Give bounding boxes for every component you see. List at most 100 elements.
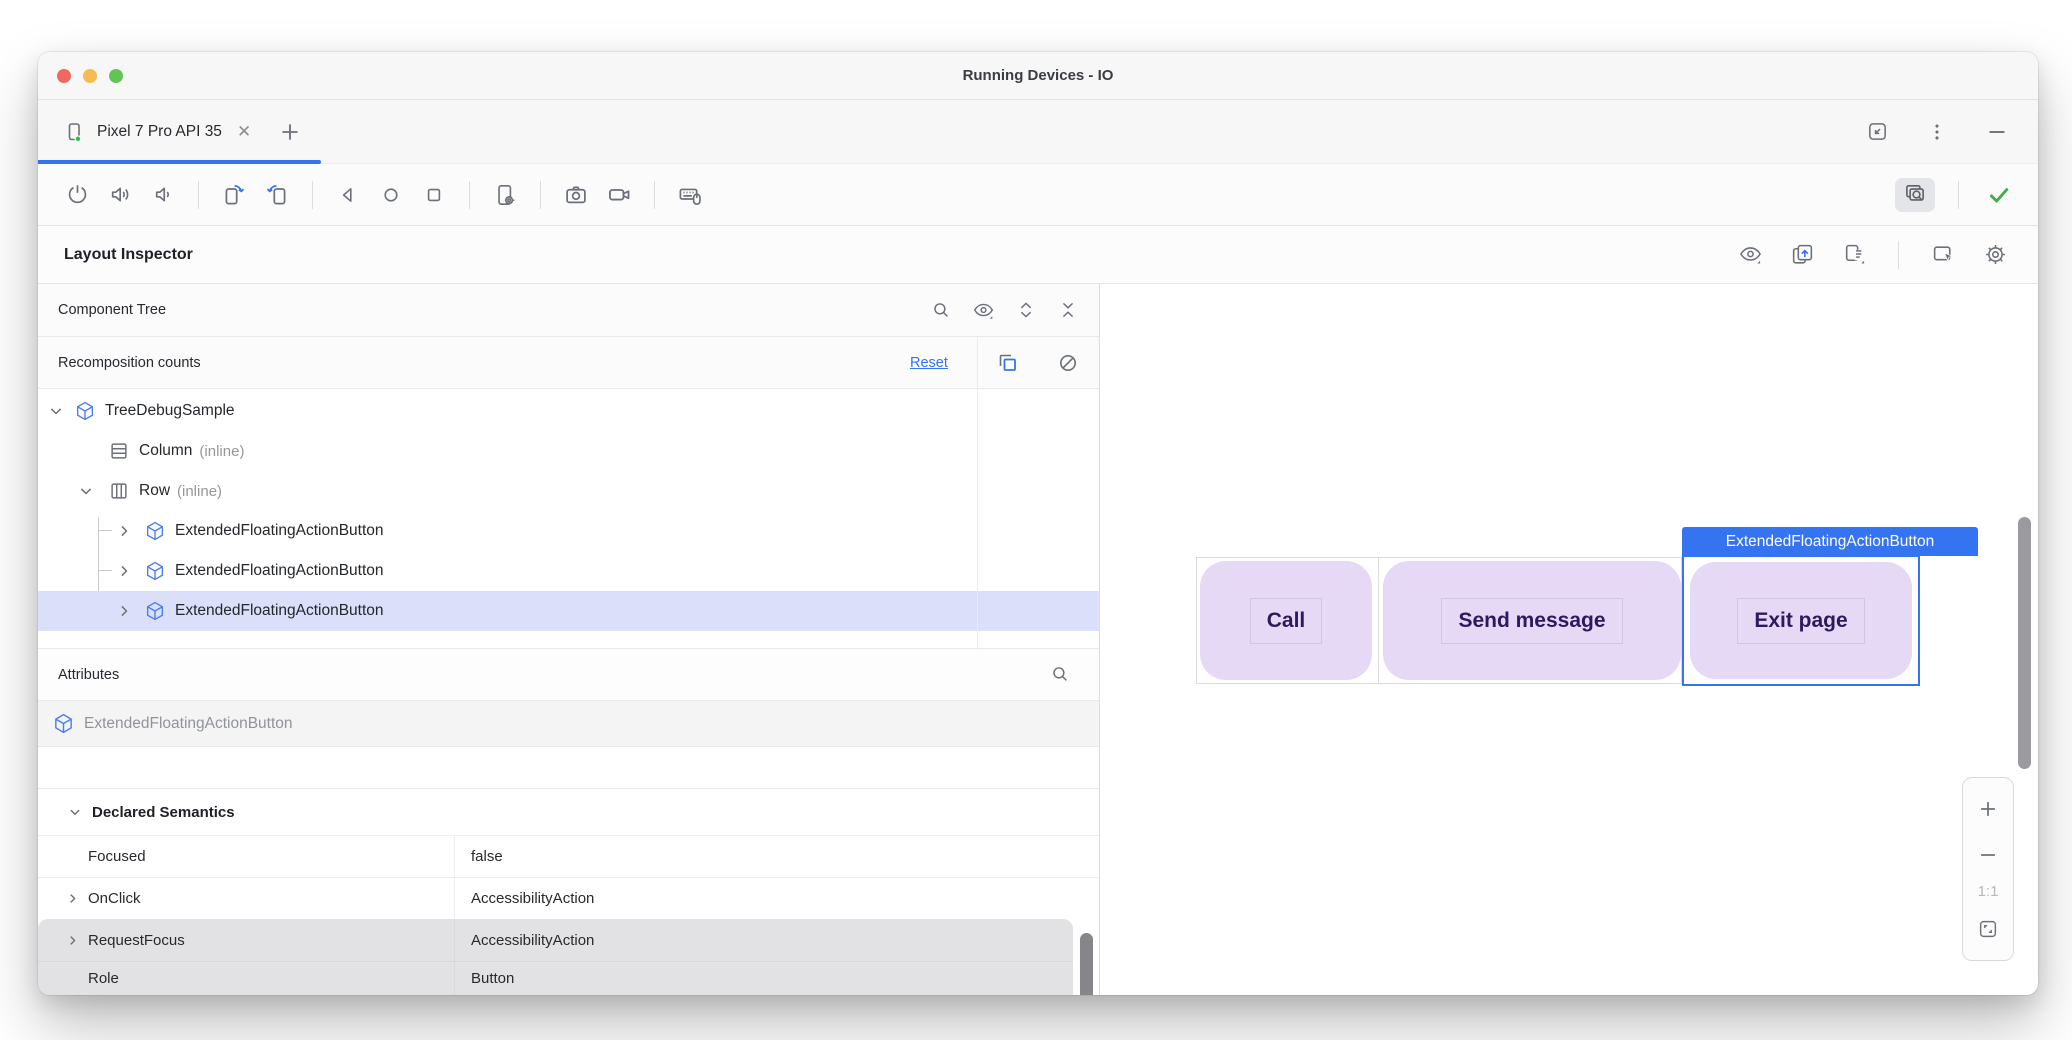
zoom-window-button[interactable] xyxy=(109,69,123,83)
layout-inspector-header: Layout Inspector xyxy=(38,226,2038,284)
compose-node-icon xyxy=(74,400,96,422)
attribute-row-onclick[interactable]: OnClick AccessibilityAction xyxy=(38,877,1099,919)
attribute-value: AccessibilityAction xyxy=(471,890,594,907)
zoom-to-fit-icon[interactable] xyxy=(1971,912,2005,946)
close-window-button[interactable] xyxy=(57,69,71,83)
screen-record-icon[interactable] xyxy=(602,178,636,212)
layer-spacing-icon[interactable] xyxy=(1837,238,1871,272)
chevron-down-icon[interactable] xyxy=(46,401,66,421)
tree-node-label: ExtendedFloatingActionButton xyxy=(175,602,384,620)
settings-gear-icon[interactable] xyxy=(1978,238,2012,272)
titlebar: Running Devices - IO xyxy=(38,52,2038,100)
attribute-row-focused[interactable]: Focused false xyxy=(38,835,1099,877)
compose-node-icon xyxy=(144,520,166,542)
device-toolbar xyxy=(38,164,2038,226)
add-tab-button[interactable] xyxy=(277,119,303,145)
hardware-input-icon[interactable] xyxy=(673,178,707,212)
compose-node-icon xyxy=(144,560,166,582)
device-settings-icon[interactable] xyxy=(488,178,522,212)
view-options-eye-icon[interactable] xyxy=(1733,238,1767,272)
component-tree-title: Component Tree xyxy=(58,302,166,318)
inspection-check-icon[interactable] xyxy=(1982,178,2016,212)
chevron-right-icon[interactable] xyxy=(64,890,81,907)
back-icon[interactable] xyxy=(331,178,365,212)
chevron-right-icon[interactable] xyxy=(64,932,81,949)
reset-counts-link[interactable]: Reset xyxy=(910,355,948,371)
traffic-lights xyxy=(57,69,123,83)
chevron-down-icon[interactable] xyxy=(76,481,96,501)
more-vertical-icon[interactable] xyxy=(1920,115,1954,149)
hide-minimize-icon[interactable] xyxy=(1980,115,2014,149)
chevron-down-icon[interactable] xyxy=(66,803,84,821)
overview-icon[interactable] xyxy=(417,178,451,212)
skip-counts-icon[interactable] xyxy=(1056,351,1080,375)
compose-node-icon xyxy=(144,600,166,622)
zoom-actual-size-button[interactable]: 1:1 xyxy=(1978,883,1999,900)
tree-node-efab-3-selected[interactable]: ExtendedFloatingActionButton xyxy=(38,591,1099,631)
tree-node-label: Column xyxy=(139,442,192,460)
attribute-row-requestfocus[interactable]: RequestFocus AccessibilityAction xyxy=(38,919,1073,961)
column-layout-icon xyxy=(108,440,130,462)
device-render-surface[interactable]: Call Send message ExtendedFloatingAction… xyxy=(1100,284,2038,995)
declared-semantics-header[interactable]: Declared Semantics xyxy=(38,789,1099,835)
export-snapshot-icon[interactable] xyxy=(1785,238,1819,272)
expand-all-icon[interactable] xyxy=(1015,299,1037,321)
view-options-eye-icon[interactable] xyxy=(972,299,995,322)
preview-scrollbar-thumb[interactable] xyxy=(2018,517,2031,769)
selection-tooltip: ExtendedFloatingActionButton xyxy=(1682,527,1978,556)
layout-inspector-panel: Component Tree xyxy=(38,284,1100,995)
inline-suffix: (inline) xyxy=(177,483,222,500)
rotate-left-icon[interactable] xyxy=(217,178,251,212)
embed-window-icon[interactable] xyxy=(1860,115,1894,149)
attribute-highlight-group: RequestFocus AccessibilityAction Role Bu… xyxy=(38,919,1073,995)
volume-down-icon[interactable] xyxy=(146,178,180,212)
chevron-right-icon[interactable] xyxy=(114,521,134,541)
layout-inspector-toggle-button[interactable] xyxy=(1895,178,1935,212)
send-message-button[interactable]: Send message xyxy=(1383,561,1681,680)
attributes-scrollbar-thumb[interactable] xyxy=(1080,933,1093,995)
tab-pixel-7-pro[interactable]: Pixel 7 Pro API 35 ✕ xyxy=(62,120,251,144)
tree-node-label: ExtendedFloatingActionButton xyxy=(175,562,384,580)
volume-up-icon[interactable] xyxy=(103,178,137,212)
tree-node-efab-1[interactable]: ExtendedFloatingActionButton xyxy=(38,511,1099,551)
power-icon[interactable] xyxy=(60,178,94,212)
chevron-right-icon[interactable] xyxy=(114,561,134,581)
tree-node-row[interactable]: Row (inline) xyxy=(38,471,1099,511)
search-icon[interactable] xyxy=(1049,663,1071,685)
active-tab-indicator xyxy=(38,160,321,164)
selected-component-name: ExtendedFloatingActionButton xyxy=(84,715,293,733)
home-icon[interactable] xyxy=(374,178,408,212)
tree-node-efab-2[interactable]: ExtendedFloatingActionButton xyxy=(38,551,1099,591)
toolbar-separator xyxy=(1898,241,1899,269)
attribute-name: OnClick xyxy=(88,890,141,907)
tree-node-treedebugsample[interactable]: TreeDebugSample xyxy=(38,391,1099,431)
toolbar-separator xyxy=(654,181,655,209)
collapse-all-icon[interactable] xyxy=(1057,299,1079,321)
minimize-window-button[interactable] xyxy=(83,69,97,83)
call-button[interactable]: Call xyxy=(1200,561,1372,680)
component-tree: TreeDebugSample Column (inline) xyxy=(38,389,1099,649)
recomposition-counts-icon[interactable] xyxy=(996,351,1020,375)
attribute-name: Focused xyxy=(88,848,146,865)
tree-node-column[interactable]: Column (inline) xyxy=(38,431,1099,471)
tree-node-label: TreeDebugSample xyxy=(105,402,235,420)
attribute-name: RequestFocus xyxy=(88,932,185,949)
rotate-right-icon[interactable] xyxy=(260,178,294,212)
row-layout-icon xyxy=(108,480,130,502)
toolbar-separator xyxy=(312,181,313,209)
tab-close-icon[interactable]: ✕ xyxy=(237,122,251,142)
layout-bounds-divider xyxy=(1378,558,1379,683)
tree-column-divider xyxy=(977,337,978,650)
zoom-out-button[interactable] xyxy=(1971,838,2005,872)
compose-node-icon xyxy=(52,712,75,735)
toolbar-separator xyxy=(469,181,470,209)
zoom-in-button[interactable] xyxy=(1971,792,2005,826)
search-icon[interactable] xyxy=(930,299,952,321)
layout-inspector-title: Layout Inspector xyxy=(64,246,193,264)
screenshot-camera-icon[interactable] xyxy=(559,178,593,212)
window-title: Running Devices - IO xyxy=(963,67,1114,84)
tab-bar: Pixel 7 Pro API 35 ✕ xyxy=(38,100,2038,164)
select-component-icon[interactable] xyxy=(1926,238,1960,272)
chevron-right-icon[interactable] xyxy=(114,601,134,621)
attribute-row-role[interactable]: Role Button xyxy=(38,961,1073,995)
